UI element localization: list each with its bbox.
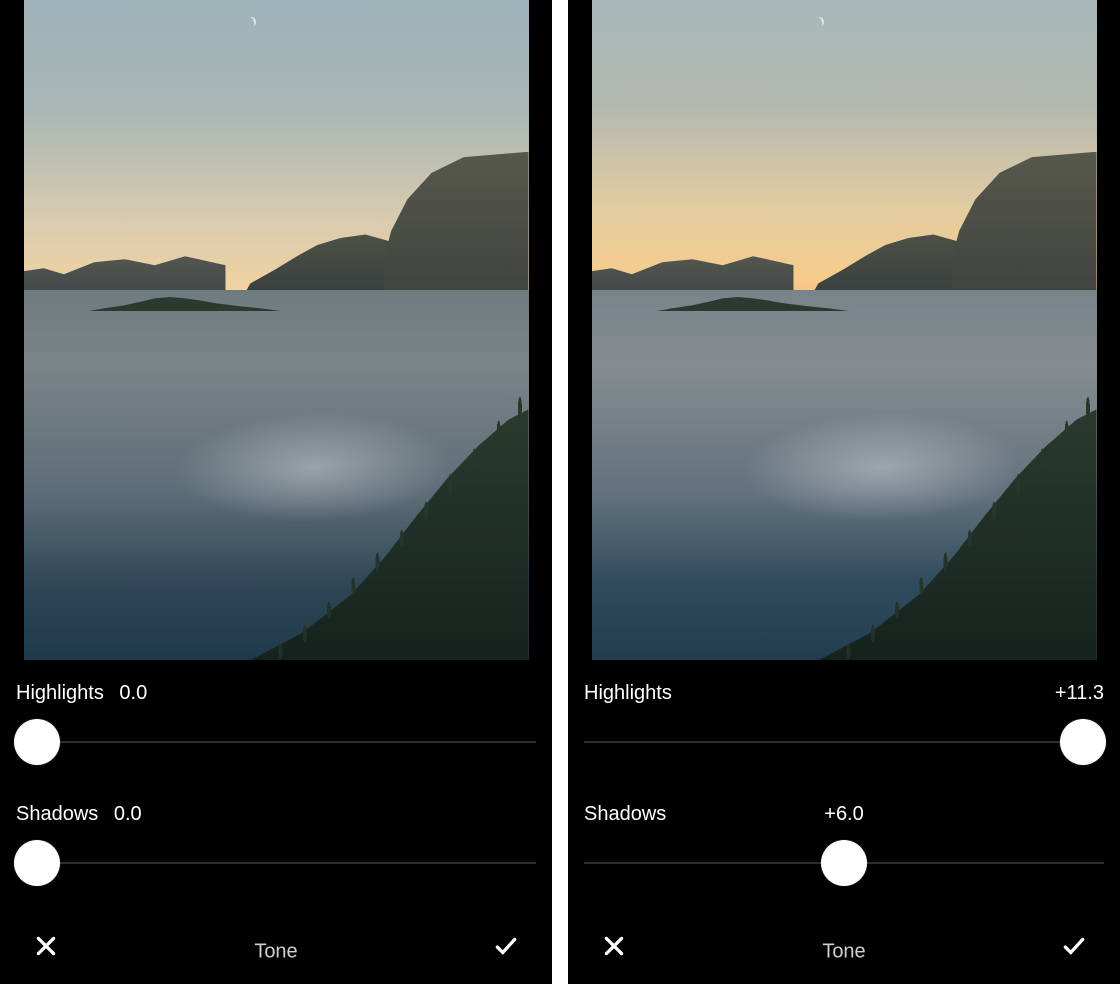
preview-reflection — [733, 412, 1030, 523]
highlights-track[interactable] — [16, 719, 536, 765]
shadows-thumb[interactable] — [821, 840, 867, 886]
highlights-value: +11.3 — [1055, 682, 1104, 705]
bottom-bar: Tone — [584, 924, 1104, 984]
tool-title: Tone — [822, 941, 865, 964]
confirm-button[interactable] — [488, 928, 524, 964]
controls: Highlights +11.3 Shadows +6.0 Tone — [568, 660, 1120, 984]
shadows-slider: Shadows 0.0 — [16, 803, 536, 886]
highlights-thumb[interactable] — [1060, 719, 1106, 765]
highlights-track[interactable] — [584, 719, 1104, 765]
highlights-slider: Highlights +11.3 — [584, 682, 1104, 765]
shadows-track[interactable] — [16, 840, 536, 886]
cancel-button[interactable] — [28, 928, 64, 964]
highlights-thumb[interactable] — [14, 719, 60, 765]
check-icon — [493, 933, 519, 959]
shadows-slider: Shadows +6.0 — [584, 803, 1104, 886]
editor-panel-right: Highlights +11.3 Shadows +6.0 Tone — [568, 0, 1120, 984]
tool-title: Tone — [254, 941, 297, 964]
preview-reflection — [165, 412, 462, 523]
highlights-slider: Highlights 0.0 — [16, 682, 536, 765]
shadows-label-row: Shadows 0.0 — [16, 803, 536, 826]
highlights-label: Highlights — [16, 682, 104, 704]
shadows-thumb[interactable] — [14, 840, 60, 886]
slider-track-line — [16, 863, 536, 864]
highlights-value: 0.0 — [119, 682, 147, 704]
highlights-label-row: Highlights 0.0 — [16, 682, 536, 705]
confirm-button[interactable] — [1056, 928, 1092, 964]
controls: Highlights 0.0 Shadows 0.0 Tone — [0, 660, 552, 984]
shadows-track[interactable] — [584, 840, 1104, 886]
check-icon — [1061, 933, 1087, 959]
image-preview — [592, 0, 1097, 660]
editor-panel-left: Highlights 0.0 Shadows 0.0 Tone — [0, 0, 552, 984]
shadows-label: Shadows — [584, 803, 666, 825]
bottom-bar: Tone — [16, 924, 536, 984]
slider-track-line — [16, 742, 536, 743]
highlights-label: Highlights — [584, 682, 672, 705]
cancel-button[interactable] — [596, 928, 632, 964]
shadows-value: +6.0 — [824, 803, 863, 826]
shadows-label-row: Shadows +6.0 — [584, 803, 1104, 826]
close-icon — [601, 933, 627, 959]
shadows-label: Shadows — [16, 803, 98, 825]
shadows-value: 0.0 — [114, 803, 142, 825]
slider-track-line — [584, 742, 1104, 743]
image-preview — [24, 0, 529, 660]
highlights-label-row: Highlights +11.3 — [584, 682, 1104, 705]
close-icon — [33, 933, 59, 959]
